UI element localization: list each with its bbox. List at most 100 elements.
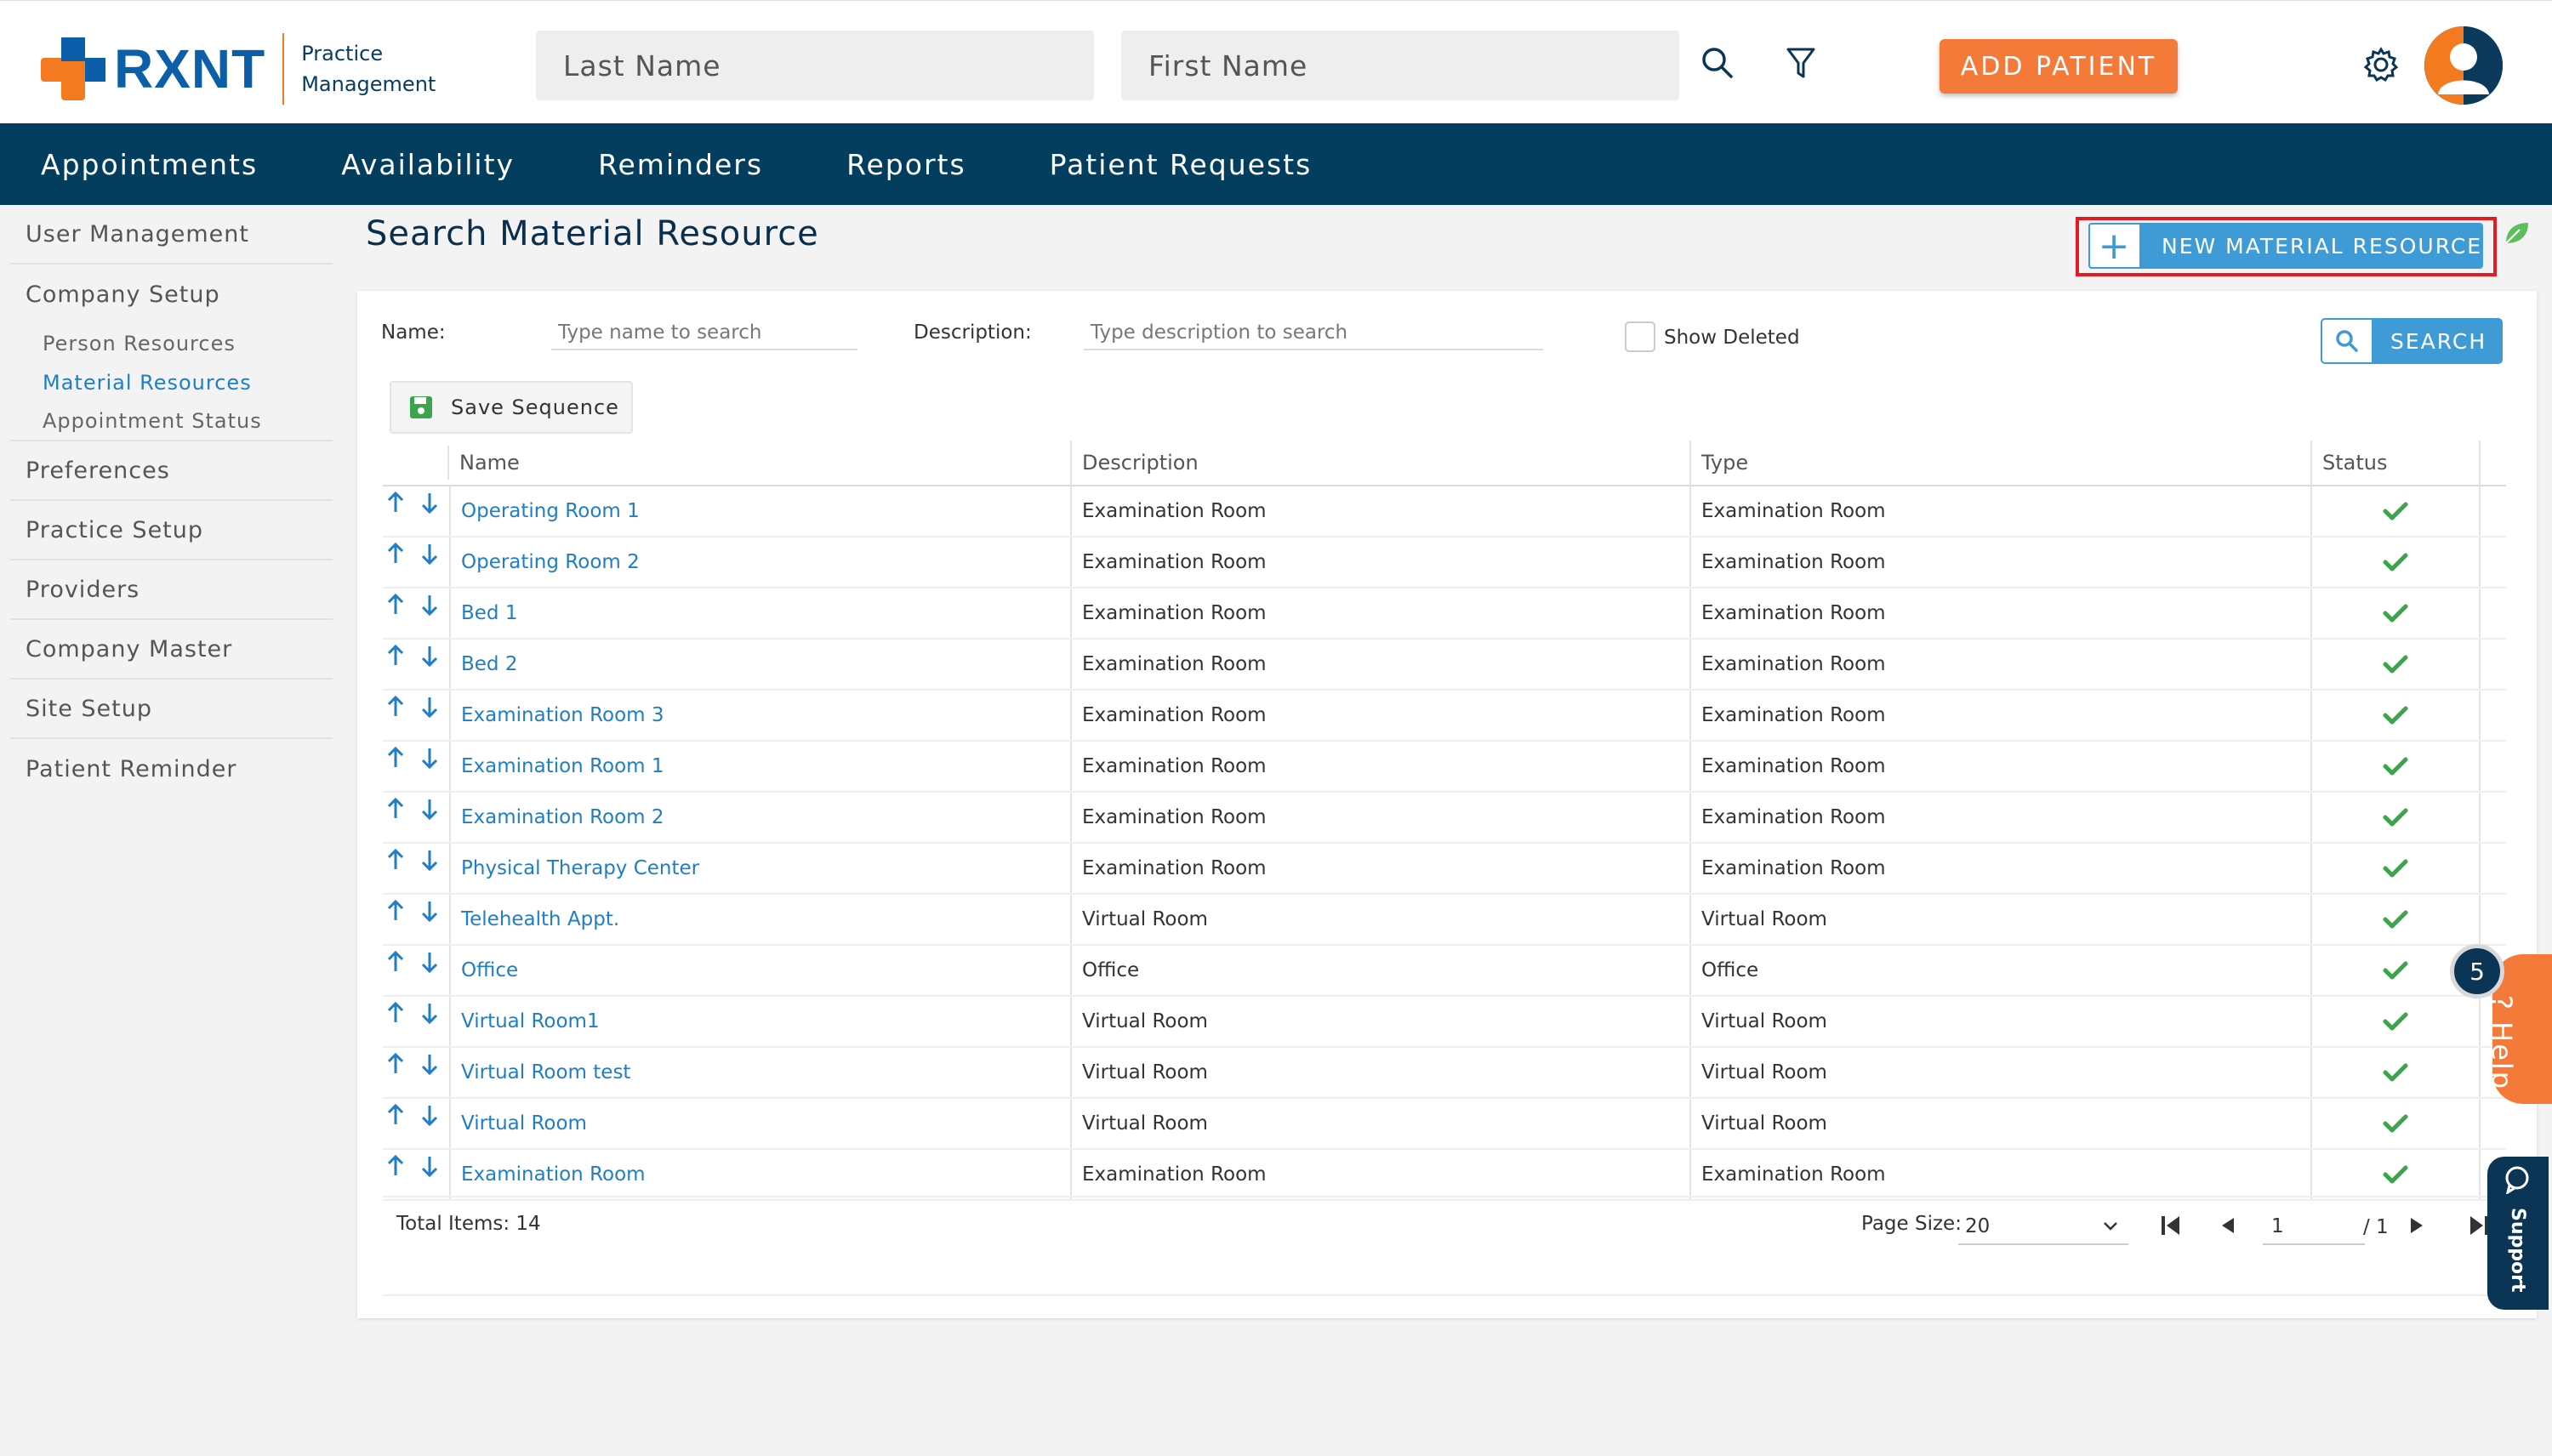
- move-up-icon[interactable]: [386, 848, 405, 876]
- last-name-input[interactable]: Last Name: [536, 31, 1094, 100]
- move-up-icon[interactable]: [386, 797, 405, 825]
- resource-name-link[interactable]: Virtual Room test: [449, 1048, 1070, 1097]
- nav-reminders[interactable]: Reminders: [598, 148, 763, 181]
- nav-appointments[interactable]: Appointments: [41, 148, 258, 181]
- move-up-icon[interactable]: [386, 695, 405, 723]
- table-row: Office Office Office: [383, 946, 2506, 997]
- rxnt-logo[interactable]: RXNT Practice Management: [41, 33, 436, 105]
- save-sequence-button[interactable]: Save Sequence: [390, 381, 633, 434]
- move-up-icon[interactable]: [386, 746, 405, 774]
- page-title: Search Material Resource: [366, 214, 819, 253]
- resource-name-link[interactable]: Virtual Room: [449, 1099, 1070, 1148]
- column-header-description[interactable]: Description: [1070, 441, 1689, 485]
- move-down-icon[interactable]: [420, 1002, 439, 1029]
- move-up-icon[interactable]: [386, 1052, 405, 1080]
- resource-type: Examination Room: [1689, 640, 2310, 689]
- reorder-cell: [383, 946, 449, 995]
- sidebar-subitem-material-resources[interactable]: Material Resources: [10, 363, 336, 402]
- column-header-name[interactable]: Name: [449, 441, 1070, 485]
- move-down-icon[interactable]: [420, 492, 439, 519]
- move-down-icon[interactable]: [420, 1104, 439, 1131]
- column-header-type[interactable]: Type: [1689, 441, 2310, 485]
- move-up-icon[interactable]: [386, 491, 405, 519]
- move-down-icon[interactable]: [420, 543, 439, 570]
- resource-type: Examination Room: [1689, 486, 2310, 536]
- resource-name-link[interactable]: Bed 2: [449, 640, 1070, 689]
- resource-name-link[interactable]: Operating Room 2: [449, 537, 1070, 587]
- sidebar-item-company-setup[interactable]: Company Setup: [10, 264, 333, 324]
- user-avatar[interactable]: [2424, 26, 2503, 105]
- move-up-icon[interactable]: [386, 644, 405, 672]
- reorder-cell: [383, 844, 449, 893]
- move-up-icon[interactable]: [386, 899, 405, 927]
- first-page-icon[interactable]: [2159, 1214, 2183, 1240]
- move-up-icon[interactable]: [386, 1103, 405, 1131]
- sidebar-item-preferences[interactable]: Preferences: [10, 441, 333, 501]
- resource-name-link[interactable]: Virtual Room1: [449, 997, 1070, 1046]
- resource-name-link[interactable]: Telehealth Appt.: [449, 895, 1070, 944]
- move-down-icon[interactable]: [420, 594, 439, 621]
- move-down-icon[interactable]: [420, 849, 439, 876]
- table-row: Bed 1 Examination Room Examination Room: [383, 589, 2506, 640]
- reorder-cell: [383, 1099, 449, 1148]
- move-down-icon[interactable]: [420, 696, 439, 723]
- sidebar-item-practice-setup[interactable]: Practice Setup: [10, 501, 333, 560]
- move-up-icon[interactable]: [386, 593, 405, 621]
- sidebar-item-providers[interactable]: Providers: [10, 560, 333, 620]
- sidebar-item-site-setup[interactable]: Site Setup: [10, 680, 333, 739]
- new-material-resource-button[interactable]: + NEW MATERIAL RESOURCE: [2088, 223, 2483, 269]
- sidebar-item-patient-reminder[interactable]: Patient Reminder: [10, 739, 333, 799]
- add-patient-button[interactable]: ADD PATIENT: [1940, 39, 2178, 94]
- description-search-input[interactable]: Type description to search: [1084, 316, 1543, 350]
- first-name-input[interactable]: First Name: [1121, 31, 1679, 100]
- table-row: Examination Room 2 Examination Room Examin…: [383, 793, 2506, 844]
- resource-description: Examination Room: [1070, 486, 1689, 536]
- move-down-icon[interactable]: [420, 951, 439, 978]
- current-page-input[interactable]: 1: [2263, 1209, 2365, 1245]
- page-size-select[interactable]: 20: [1958, 1209, 2128, 1245]
- resource-name-link[interactable]: Examination Room 3: [449, 691, 1070, 740]
- sidebar-item-user-management[interactable]: User Management: [10, 205, 333, 264]
- resource-description: Virtual Room: [1070, 997, 1689, 1046]
- move-up-icon[interactable]: [386, 1001, 405, 1029]
- next-page-icon[interactable]: [2407, 1216, 2426, 1238]
- support-label: Support: [2507, 1208, 2528, 1293]
- resource-name-link[interactable]: Examination Room 2: [449, 793, 1070, 842]
- sidebar-item-company-master[interactable]: Company Master: [10, 620, 333, 680]
- move-up-icon[interactable]: [386, 950, 405, 978]
- resource-description: Virtual Room: [1070, 1048, 1689, 1097]
- nav-availability[interactable]: Availability: [341, 148, 515, 181]
- search-button[interactable]: SEARCH: [2321, 318, 2503, 364]
- move-up-icon[interactable]: [386, 542, 405, 570]
- move-down-icon[interactable]: [420, 645, 439, 672]
- sidebar-subitem-person-resources[interactable]: Person Resources: [10, 324, 336, 363]
- move-down-icon[interactable]: [420, 747, 439, 774]
- show-deleted-checkbox[interactable]: [1625, 321, 1655, 352]
- brand-subtitle: Practice Management: [301, 38, 436, 100]
- resource-name-link[interactable]: Examination Room: [449, 1150, 1070, 1199]
- move-down-icon[interactable]: [420, 798, 439, 825]
- resource-name-link[interactable]: Operating Room 1: [449, 486, 1070, 536]
- move-up-icon[interactable]: [386, 1154, 405, 1182]
- search-icon[interactable]: [1698, 43, 1737, 82]
- move-down-icon[interactable]: [420, 900, 439, 927]
- resource-name-link[interactable]: Bed 1: [449, 589, 1070, 638]
- filter-icon[interactable]: [1781, 43, 1820, 82]
- resource-name-link[interactable]: Examination Room 1: [449, 742, 1070, 791]
- move-down-icon[interactable]: [420, 1053, 439, 1080]
- resource-type: Virtual Room: [1689, 997, 2310, 1046]
- nav-reports[interactable]: Reports: [846, 148, 966, 181]
- nav-patient-requests[interactable]: Patient Requests: [1050, 148, 1313, 181]
- gear-icon[interactable]: [2360, 43, 2402, 86]
- move-down-icon[interactable]: [420, 1155, 439, 1182]
- sidebar-subitem-appointment-status[interactable]: Appointment Status: [10, 402, 333, 441]
- resource-type: Virtual Room: [1689, 1099, 2310, 1148]
- previous-page-icon[interactable]: [2219, 1216, 2237, 1238]
- page-size-label: Page Size:: [1861, 1213, 1962, 1235]
- resource-name-link[interactable]: Office: [449, 946, 1070, 995]
- resource-name-link[interactable]: Physical Therapy Center: [449, 844, 1070, 893]
- column-header-status[interactable]: Status: [2310, 441, 2481, 485]
- reorder-cell: [383, 640, 449, 689]
- help-notification-badge[interactable]: 5: [2450, 944, 2504, 998]
- name-search-input[interactable]: Type name to search: [551, 316, 857, 350]
